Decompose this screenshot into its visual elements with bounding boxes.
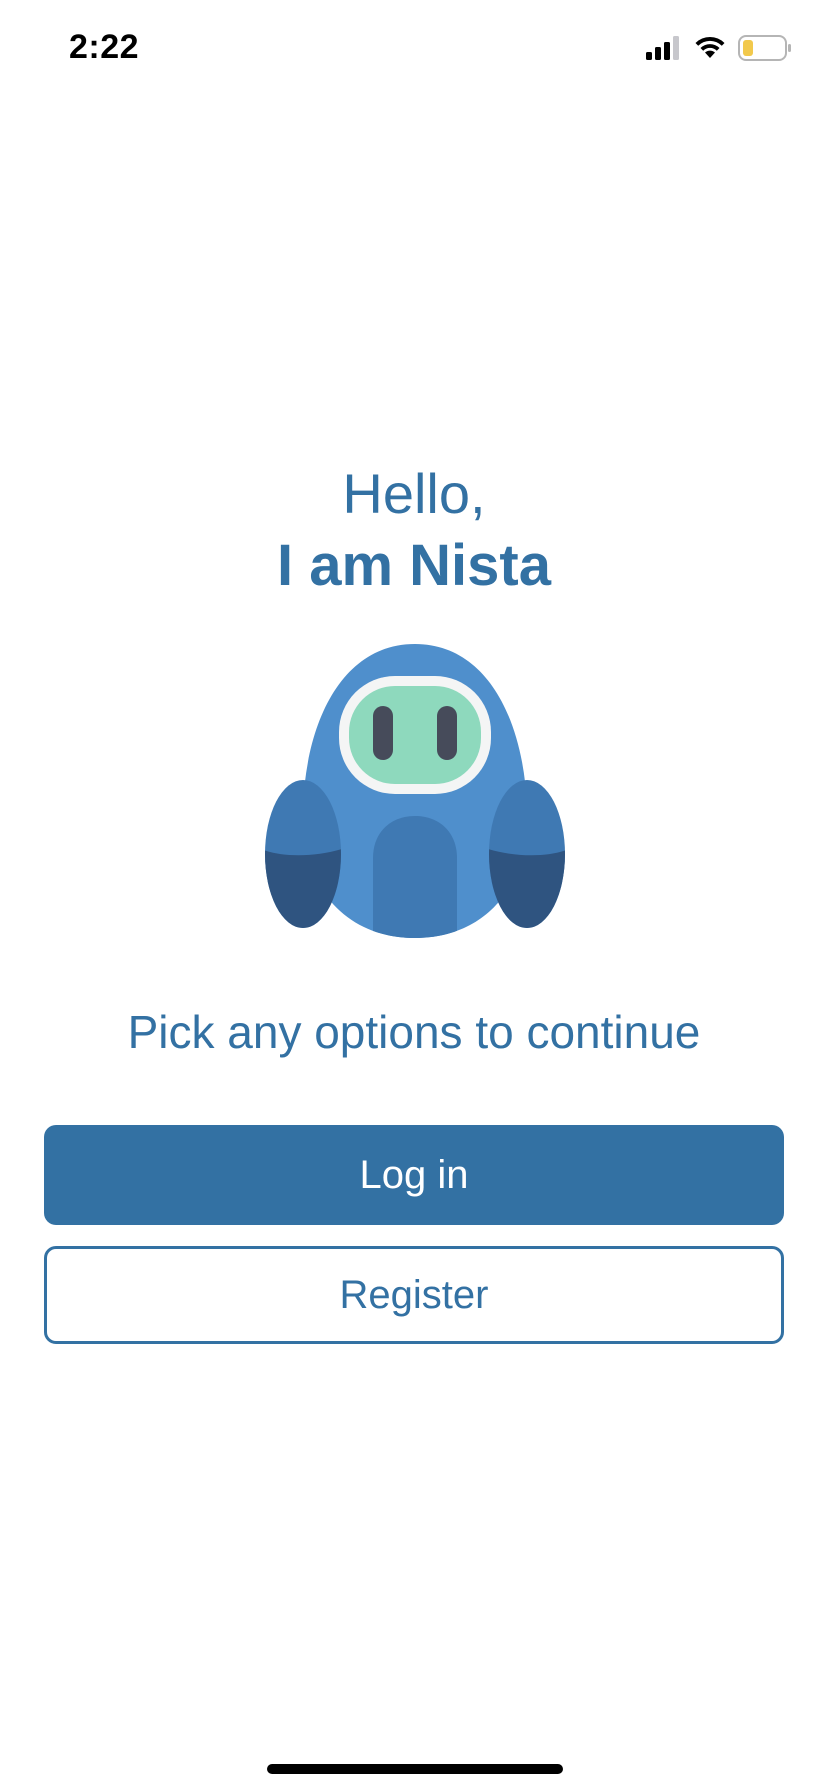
greeting-title: I am Nista	[277, 533, 551, 598]
status-time: 2:22	[69, 28, 140, 66]
login-button-label: Log in	[359, 1152, 469, 1197]
login-button[interactable]: Log in	[44, 1125, 784, 1225]
register-button[interactable]: Register	[44, 1246, 784, 1344]
signal-icon	[646, 35, 682, 65]
register-button-label: Register	[339, 1272, 489, 1317]
robot-mascot-icon	[255, 636, 575, 946]
greeting-hello: Hello,	[342, 462, 486, 525]
wifi-icon	[694, 36, 726, 65]
status-bar: 2:22	[0, 0, 828, 100]
battery-icon	[738, 34, 792, 66]
home-indicator[interactable]	[267, 1764, 563, 1774]
subtitle: Pick any options to continue	[127, 1006, 701, 1058]
status-icons	[646, 34, 792, 66]
